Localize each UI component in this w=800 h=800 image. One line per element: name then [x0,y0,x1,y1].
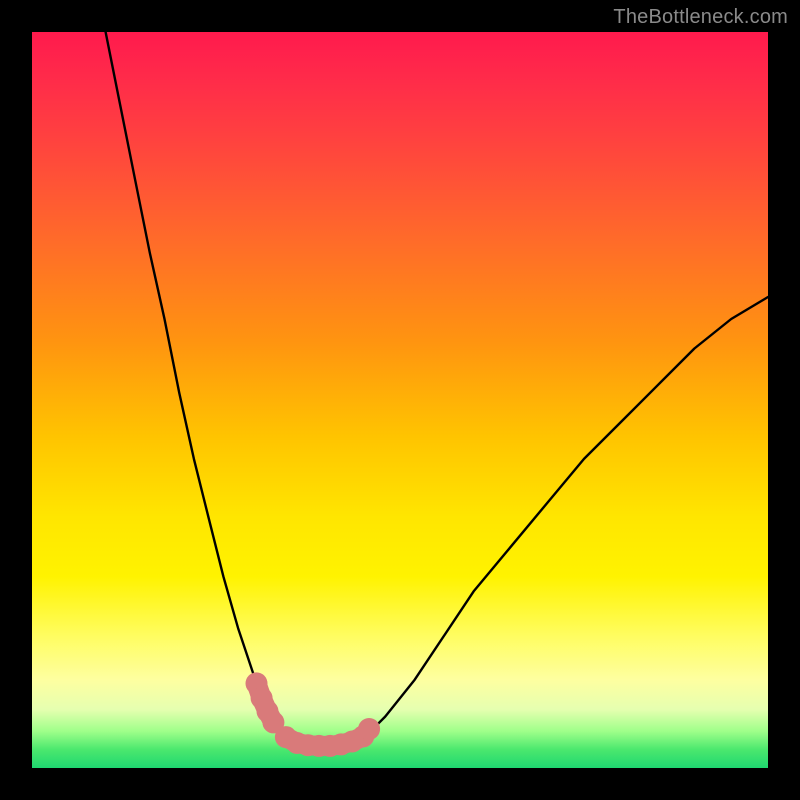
plot-area [32,32,768,768]
highlight-dot [358,718,380,740]
curve-layer [32,32,768,768]
bottleneck-curve [106,32,768,746]
watermark-text: TheBottleneck.com [613,6,788,29]
chart-frame: TheBottleneck.com [0,0,800,800]
highlight-markers [246,672,381,757]
